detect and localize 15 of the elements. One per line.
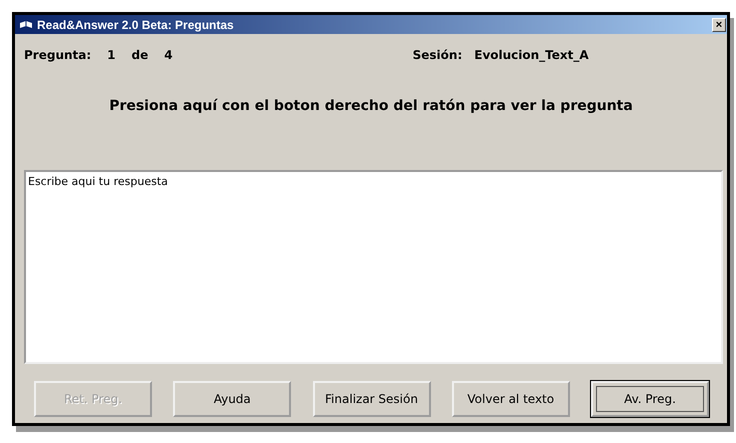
of-label: de	[132, 48, 148, 62]
question-prompt[interactable]: Presiona aquí con el boton derecho del ratón para ver la pregunta	[109, 98, 633, 114]
window-title: Read&Answer 2.0 Beta: Preguntas	[37, 18, 235, 32]
session-label: Sesión:	[412, 48, 462, 62]
question-label: Pregunta:	[24, 48, 92, 62]
dialog-button[interactable]: Ayuda	[173, 381, 292, 417]
dialog-button[interactable]: Finalizar Sesión	[312, 381, 430, 417]
close-button[interactable]: ×	[712, 18, 726, 32]
question-number: 1	[107, 48, 116, 62]
book-icon	[19, 20, 33, 30]
question-total: 4	[164, 48, 173, 62]
dialog-button[interactable]: Volver al texto	[452, 381, 570, 417]
session-name: Evolucion_Text_A	[474, 48, 589, 62]
answer-field[interactable]: Escribe aqui tu respuesta	[24, 170, 723, 364]
dialog-button[interactable]: Av. Preg.	[591, 381, 709, 417]
